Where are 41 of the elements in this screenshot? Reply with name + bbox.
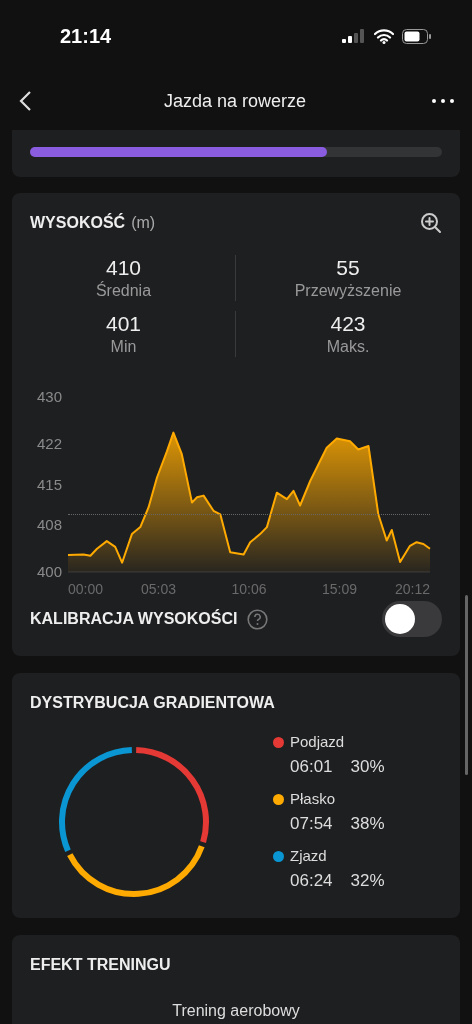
legend-label: Zjazd	[290, 846, 327, 866]
x-tick-label: 10:06	[231, 581, 267, 597]
stat-value: 55	[336, 255, 360, 281]
signal-icon	[342, 29, 366, 43]
wifi-icon	[374, 28, 394, 44]
x-tick-label: 00:00	[68, 581, 104, 597]
legend-percent: 38%	[350, 812, 385, 835]
y-tick-label: 422	[36, 434, 62, 452]
stat-label: Średnia	[95, 281, 152, 301]
x-tick-label: 15:09	[322, 581, 357, 597]
status-time: 21:14	[60, 24, 112, 49]
stat-label: Przewyższenie	[294, 281, 402, 301]
calibration-toggle[interactable]	[382, 601, 442, 637]
stat-value: 423	[330, 311, 366, 337]
legend-label: Podjazd	[290, 732, 345, 752]
training-effect-label: Trening aerobowy	[171, 1001, 301, 1021]
legend-time: 06:01	[290, 755, 333, 778]
stat-value: 401	[105, 311, 141, 337]
zoom-in-button[interactable]	[420, 212, 442, 234]
calibration-label: KALIBRACJA WYSOKOŚCI	[30, 608, 238, 629]
y-tick-label: 400	[36, 563, 62, 580]
legend-percent: 32%	[350, 869, 385, 892]
stat-value: 410	[105, 255, 141, 281]
x-tick-label: 20:12	[394, 581, 430, 597]
legend-time: 07:54	[290, 812, 333, 835]
y-tick-label: 408	[36, 516, 62, 534]
section-title: DYSTRYBUCJA GRADIENTOWA	[30, 693, 276, 713]
section-title: EFEKT TRENINGU	[30, 955, 172, 975]
battery-icon	[402, 28, 432, 44]
stat-label: Maks.	[326, 337, 370, 357]
y-tick-label: 415	[36, 475, 62, 493]
legend-percent: 30%	[350, 755, 385, 778]
x-tick-label: 05:03	[141, 581, 176, 597]
legend-label: Płasko	[290, 789, 336, 809]
legend-time: 06:24	[290, 869, 333, 892]
y-tick-label: 430	[36, 388, 62, 405]
stat-label: Min	[110, 337, 137, 357]
help-icon[interactable]	[247, 608, 269, 630]
section-title: WYSOKOŚĆ	[30, 212, 126, 233]
unit-label: (m)	[131, 213, 156, 233]
page-title: Jazda na rowerze	[163, 89, 307, 113]
